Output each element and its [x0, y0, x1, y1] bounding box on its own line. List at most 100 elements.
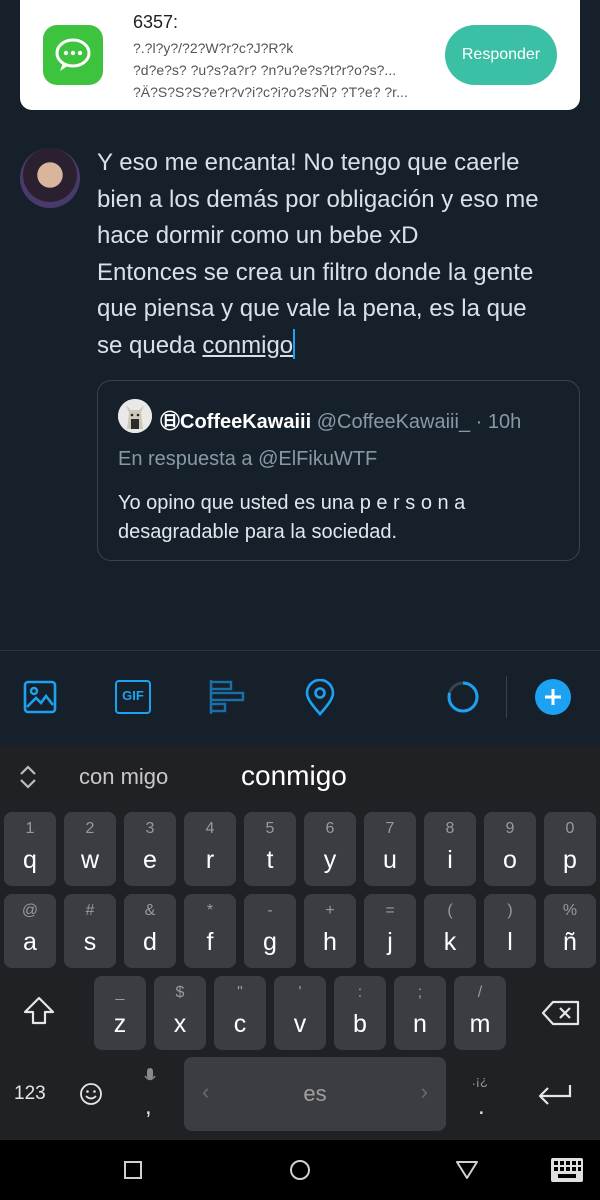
key-a[interactable]: @ a: [4, 894, 56, 968]
key-hint: /: [477, 984, 483, 1001]
system-navigation-bar: [0, 1140, 600, 1200]
suggestion-item[interactable]: con migo: [79, 764, 168, 790]
key-label: k: [443, 928, 457, 956]
expand-suggestions-icon[interactable]: [17, 763, 39, 791]
key-hint: _: [115, 984, 125, 1001]
period-key[interactable]: .: [478, 1093, 485, 1121]
recent-apps-icon[interactable]: [123, 1160, 143, 1180]
key-y[interactable]: 6y: [304, 812, 356, 886]
key-hint: ): [507, 902, 513, 919]
key-x[interactable]: $ x: [154, 976, 206, 1050]
key-label: b: [353, 1010, 367, 1038]
backspace-icon[interactable]: [541, 1000, 581, 1026]
key-hint: 4: [205, 820, 215, 837]
keyboard-switch-icon[interactable]: [550, 1157, 584, 1183]
poll-icon[interactable]: [208, 679, 246, 715]
key-e[interactable]: 3e: [124, 812, 176, 886]
key-g[interactable]: -g: [244, 894, 296, 968]
key-m[interactable]: / m: [454, 976, 506, 1050]
key-j[interactable]: = j: [364, 894, 416, 968]
key-u[interactable]: 7u: [364, 812, 416, 886]
key-k[interactable]: (k: [424, 894, 476, 968]
key-q[interactable]: 1q: [4, 812, 56, 886]
key-hint: 2: [85, 820, 95, 837]
key-hint: ': [298, 984, 302, 1001]
suggestion-bar: con migo conmigo: [0, 745, 600, 807]
microphone-icon: [144, 1068, 156, 1081]
quoted-user-name: ㊐CoffeeKawaiii: [160, 411, 312, 433]
key-label: v: [293, 1010, 307, 1038]
key-label: x: [173, 1010, 187, 1038]
image-icon[interactable]: [22, 679, 58, 715]
quoted-tweet-header: ㊐CoffeeKawaiii @CoffeeKawaiii_ · 10h: [160, 405, 521, 434]
key-l[interactable]: ) l: [484, 894, 536, 968]
key-hint: &: [144, 902, 156, 919]
key-hint: =: [385, 902, 395, 919]
key-hint: 0: [565, 820, 575, 837]
key-z[interactable]: _ z: [94, 976, 146, 1050]
key-hint: +: [325, 902, 335, 919]
back-icon[interactable]: [455, 1160, 479, 1180]
key-hint: 5: [265, 820, 275, 837]
key-label: z: [113, 1010, 127, 1038]
key-label: a: [23, 928, 37, 956]
key-hint: 3: [145, 820, 155, 837]
key-hint: 9: [505, 820, 515, 837]
key-h[interactable]: + h: [304, 894, 356, 968]
shift-icon[interactable]: [22, 995, 56, 1027]
key-label: r: [205, 846, 215, 874]
language-label: es: [303, 1081, 327, 1106]
key-label: w: [80, 846, 100, 874]
key-label: ñ: [563, 928, 577, 956]
key-t[interactable]: 5t: [244, 812, 296, 886]
key-b[interactable]: :b: [334, 976, 386, 1050]
key-hint: @: [21, 902, 39, 919]
key-label: l: [507, 928, 513, 956]
quoted-tweet-text: Yo opino que usted es una p e r s o n a …: [118, 492, 466, 543]
key-n[interactable]: ; n: [394, 976, 446, 1050]
space-bar[interactable]: ‹ es ›: [184, 1057, 446, 1131]
key-c[interactable]: " c: [214, 976, 266, 1050]
tweet-compose-input[interactable]: Y eso me encanta! No tengo que caerle bi…: [97, 145, 587, 364]
enter-icon[interactable]: [536, 1082, 574, 1108]
home-icon[interactable]: [289, 1159, 311, 1181]
key-p[interactable]: 0p: [544, 812, 596, 886]
key-label: y: [323, 846, 337, 874]
key-label: h: [323, 928, 337, 956]
comma-key[interactable]: ,: [145, 1093, 152, 1121]
key-hint: %: [562, 902, 578, 919]
key-label: n: [413, 1010, 427, 1038]
key-d[interactable]: & d: [124, 894, 176, 968]
key-f[interactable]: * f: [184, 894, 236, 968]
key-v[interactable]: ' v: [274, 976, 326, 1050]
key-hint: *: [206, 902, 214, 919]
key-w[interactable]: 2w: [64, 812, 116, 886]
key-label: i: [447, 846, 453, 874]
key-s[interactable]: # s: [64, 894, 116, 968]
toolbar-divider: [506, 676, 507, 718]
soft-keyboard: con migo conmigo 1q2w3e4r5t6y7u8i9o0p @ a…: [0, 745, 600, 1140]
key-hint: 8: [445, 820, 455, 837]
reply-context: En respuesta a @ElFikuWTF: [118, 448, 378, 470]
key-o[interactable]: 9o: [484, 812, 536, 886]
key-hint: ": [237, 984, 243, 1001]
add-tweet-icon[interactable]: [535, 679, 571, 715]
suggestion-item[interactable]: conmigo: [241, 760, 347, 792]
key-label: f: [206, 928, 214, 956]
location-icon[interactable]: [303, 679, 337, 717]
quoted-user-handle: @CoffeeKawaiii_ · 10h: [316, 411, 522, 433]
quoted-tweet[interactable]: ㊐CoffeeKawaiii @CoffeeKawaiii_ · 10h En …: [97, 380, 580, 561]
key-i[interactable]: 8i: [424, 812, 476, 886]
key-hint: -: [267, 902, 273, 919]
emoji-icon[interactable]: [79, 1082, 103, 1106]
key-label: s: [83, 928, 97, 956]
reply-button[interactable]: Responder: [445, 25, 557, 85]
numbers-key[interactable]: 123: [14, 1083, 46, 1105]
key-label: g: [263, 928, 277, 956]
key-ñ[interactable]: % ñ: [544, 894, 596, 968]
gif-icon[interactable]: GIF: [115, 680, 151, 714]
key-r[interactable]: 4r: [184, 812, 236, 886]
key-label: u: [383, 846, 397, 874]
key-hint: $: [175, 984, 185, 1001]
message-notification[interactable]: 6357: ?.?l?y?/?2?W?r?c?J?R?k ?d?e?s? ?u?…: [20, 0, 580, 110]
